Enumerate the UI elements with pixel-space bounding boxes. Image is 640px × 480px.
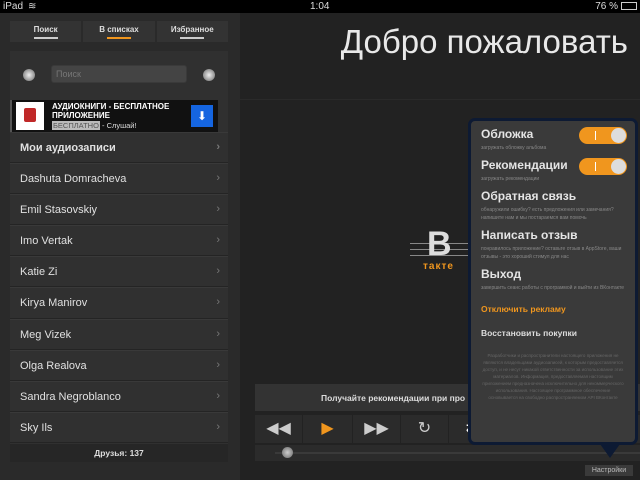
logout-button[interactable]: Выход завершить сеанс работы с программой…: [481, 267, 625, 292]
disc-icon[interactable]: [203, 69, 215, 81]
status-bar: iPad ≋ 1:04 76 %: [0, 0, 640, 13]
chevron-right-icon: ›: [216, 265, 220, 278]
app-logo: B такте: [410, 225, 470, 272]
audiobook-app-logo: [16, 102, 44, 130]
logo-subtext: такте: [423, 261, 454, 272]
item-label: Kirya Manirov: [20, 297, 88, 310]
logo-letter: B: [427, 225, 452, 263]
item-label: Sky Ils: [20, 421, 53, 434]
chevron-right-icon: ›: [216, 141, 220, 153]
battery-icon: [621, 2, 637, 10]
fast-forward-icon[interactable]: ▶▶: [353, 415, 401, 443]
list-item[interactable]: Meg Vizek ›: [10, 318, 228, 350]
chevron-right-icon: ›: [216, 358, 220, 371]
popover-arrow: [600, 444, 620, 458]
play-icon[interactable]: ▶: [303, 415, 353, 443]
chevron-right-icon: ›: [216, 172, 220, 185]
chevron-right-icon: ›: [216, 234, 220, 247]
battery-level: 76 %: [595, 1, 618, 12]
tab-favorites[interactable]: Избранное: [156, 21, 228, 42]
progress-slider[interactable]: [255, 445, 640, 461]
setting-desc: загружать обложку альбома: [481, 145, 547, 151]
disable-ads-button[interactable]: Отключить рекламу: [481, 304, 625, 314]
setting-title: Выход: [481, 267, 522, 281]
setting-cover: Обложка загружать обложку альбома: [481, 127, 627, 152]
tab-label: Поиск: [33, 25, 58, 34]
list-item[interactable]: Olga Realova ›: [10, 349, 228, 381]
chevron-right-icon: ›: [216, 203, 220, 216]
list-item[interactable]: Sandra Negroblanco ›: [10, 380, 228, 412]
setting-desc: обнаружили ошибку? есть предложения или …: [481, 207, 614, 221]
chevron-right-icon: ›: [216, 296, 220, 309]
friends-list: Мои аудиозаписи › Dashuta Domracheva › Emil …: [10, 132, 228, 443]
slider-knob[interactable]: [282, 447, 293, 458]
page-title: Добро пожаловать: [340, 23, 628, 60]
device-name: iPad: [3, 1, 24, 12]
list-item[interactable]: Kirya Manirov ›: [10, 287, 228, 319]
sidebar: Поиск В списках Избранное Поиск АУДИОКНИ…: [0, 13, 240, 480]
tab-label: Избранное: [170, 25, 214, 34]
item-label: Dashuta Domracheva: [20, 173, 127, 186]
list-item[interactable]: Katie Zi ›: [10, 256, 228, 288]
settings-popover: Обложка загружать обложку альбома Рекомен…: [468, 118, 638, 445]
ad-title: АУДИОКНИГИ - БЕСПЛАТНОЕ ПРИЛОЖЕНИЕ: [52, 102, 170, 120]
setting-title: Обратная связь: [481, 189, 577, 203]
setting-desc: понравилось приложение? оставьте отзыв в…: [481, 246, 622, 260]
disclaimer: Разработчики и распространители настояще…: [482, 353, 624, 400]
list-item[interactable]: Sky Ils ›: [10, 411, 228, 443]
list-item[interactable]: Мои аудиозаписи ›: [10, 132, 228, 164]
cover-toggle[interactable]: [579, 127, 627, 144]
wifi-icon: ≋: [28, 1, 37, 12]
clock: 1:04: [310, 1, 330, 12]
list-item[interactable]: Dashuta Domracheva ›: [10, 163, 228, 195]
item-label: Meg Vizek: [20, 328, 72, 341]
disc-icon[interactable]: [23, 69, 35, 81]
search-input[interactable]: Поиск: [51, 65, 187, 83]
restore-purchases-button[interactable]: Восстановить покупки: [481, 328, 625, 338]
item-label: Мои аудиозаписи: [20, 142, 116, 154]
list-item[interactable]: Emil Stasovskiy ›: [10, 194, 228, 226]
setting-desc: завершить сеанс работы с программой и вы…: [481, 285, 625, 291]
chevron-right-icon: ›: [216, 420, 220, 433]
rewind-icon[interactable]: ◀◀: [255, 415, 303, 443]
free-badge: БЕСПЛАТНО: [52, 121, 100, 130]
setting-desc: загружать рекомендации: [481, 176, 540, 182]
item-label: Emil Stasovskiy: [20, 204, 98, 217]
item-label: Olga Realova: [20, 359, 87, 372]
tab-bar: Поиск В списках Избранное: [10, 21, 228, 42]
setting-title: Написать отзыв: [481, 228, 578, 242]
feedback-button[interactable]: Обратная связь обнаружили ошибку? есть пр…: [481, 189, 625, 222]
ad-tagline: - Слушай!: [99, 121, 137, 130]
tab-label: В списках: [99, 25, 139, 34]
setting-recommendations: Рекомендации загружать рекомендации: [481, 158, 627, 183]
repeat-icon[interactable]: ↻: [401, 415, 449, 443]
friends-count: Друзья: 137: [10, 444, 228, 462]
review-button[interactable]: Написать отзыв понравилось приложение? ос…: [481, 228, 625, 261]
settings-button[interactable]: Настройки: [585, 465, 633, 476]
item-label: Imo Vertak: [20, 235, 73, 248]
recommendations-toggle[interactable]: [579, 158, 627, 175]
chevron-right-icon: ›: [216, 389, 220, 402]
download-icon[interactable]: ⬇: [191, 105, 213, 127]
item-label: Sandra Negroblanco: [20, 390, 121, 403]
tab-search[interactable]: Поиск: [10, 21, 82, 42]
chevron-right-icon: ›: [216, 327, 220, 340]
item-label: Katie Zi: [20, 266, 58, 279]
ad-banner[interactable]: АУДИОКНИГИ - БЕСПЛАТНОЕ ПРИЛОЖЕНИЕ БЕСПЛ…: [10, 100, 218, 132]
list-item[interactable]: Imo Vertak ›: [10, 225, 228, 257]
tab-in-lists[interactable]: В списках: [83, 21, 155, 42]
